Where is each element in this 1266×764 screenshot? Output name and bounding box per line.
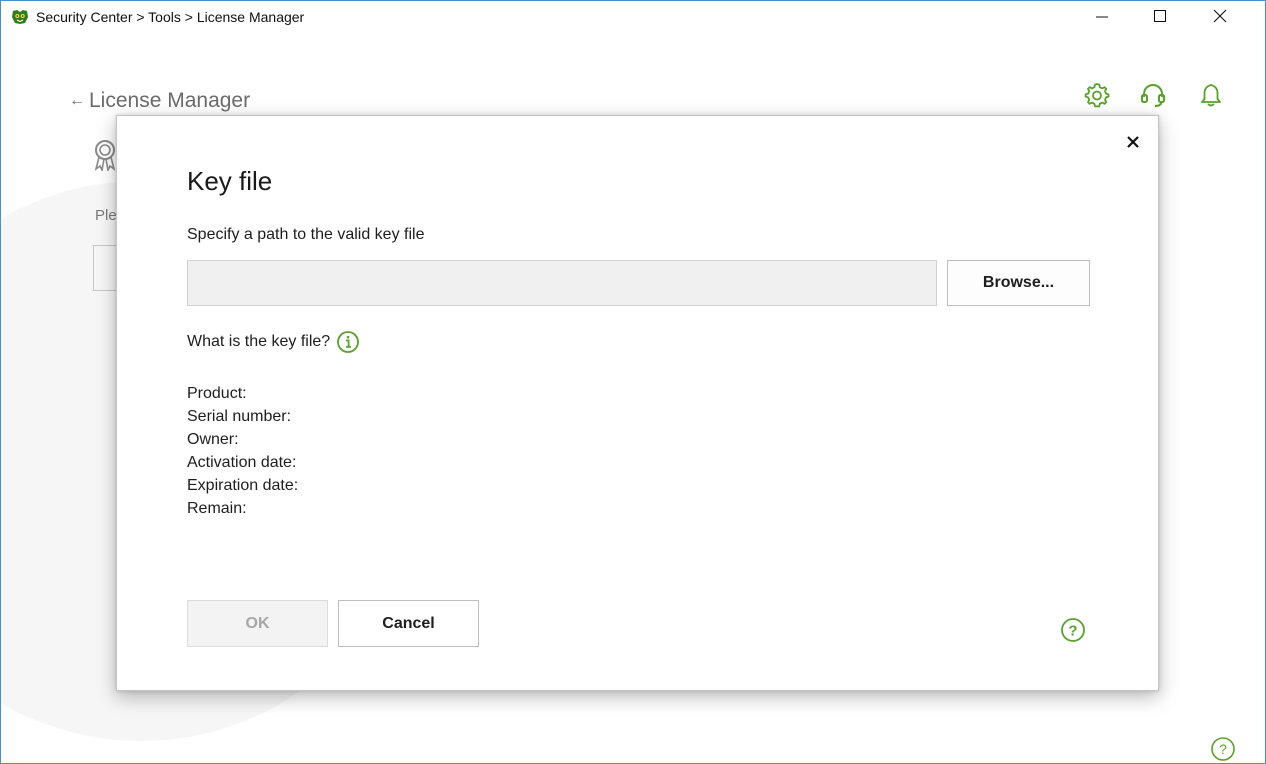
minimize-icon <box>1096 16 1108 18</box>
path-label: Specify a path to the valid key file <box>187 226 425 243</box>
support-headset-icon[interactable] <box>1139 81 1167 109</box>
app-window: Security Center > Tools > License Manage… <box>0 0 1266 764</box>
title-bar: Security Center > Tools > License Manage… <box>1 1 1265 31</box>
settings-icon[interactable] <box>1083 81 1111 109</box>
award-icon <box>94 140 116 171</box>
ok-button[interactable]: OK <box>187 600 328 647</box>
key-file-path-input[interactable] <box>187 260 937 306</box>
close-icon <box>1127 136 1139 148</box>
svg-text:?: ? <box>1068 623 1077 640</box>
what-is-key-file: What is the key file? <box>187 330 360 354</box>
window-title: Security Center > Tools > License Manage… <box>36 9 305 25</box>
field-serial-number: Serial number: <box>187 408 292 425</box>
maximize-icon <box>1154 10 1166 22</box>
maximize-button[interactable] <box>1137 1 1183 31</box>
what-is-key-file-label: What is the key file? <box>187 333 331 350</box>
background-partial-text: Ple <box>95 207 117 224</box>
field-owner: Owner: <box>187 431 239 448</box>
key-file-info-list: Product: Serial number: Owner: Activatio… <box>187 382 298 520</box>
page-header[interactable]: ← License Manager <box>69 89 250 113</box>
app-logo-icon <box>12 10 28 24</box>
svg-text:?: ? <box>1219 741 1227 757</box>
help-icon[interactable]: ? <box>1059 616 1087 644</box>
window-close-button[interactable] <box>1197 1 1243 31</box>
field-expiration-date: Expiration date: <box>187 477 299 494</box>
field-product: Product: <box>187 385 247 402</box>
minimize-button[interactable] <box>1079 1 1125 31</box>
key-file-dialog: Key file Specify a path to the valid key… <box>116 115 1159 691</box>
dialog-close-button[interactable] <box>1123 132 1143 152</box>
back-arrow-icon[interactable]: ← <box>69 92 85 110</box>
notifications-bell-icon[interactable] <box>1197 81 1225 109</box>
help-icon[interactable]: ? <box>1209 735 1237 763</box>
cancel-button[interactable]: Cancel <box>338 600 479 647</box>
page-title: License Manager <box>89 89 251 112</box>
info-icon[interactable] <box>336 330 360 354</box>
browse-button[interactable]: Browse... <box>947 260 1090 306</box>
close-icon <box>1213 9 1227 23</box>
field-remain: Remain: <box>187 500 247 517</box>
field-activation-date: Activation date: <box>187 454 297 471</box>
dialog-title: Key file <box>187 166 273 196</box>
